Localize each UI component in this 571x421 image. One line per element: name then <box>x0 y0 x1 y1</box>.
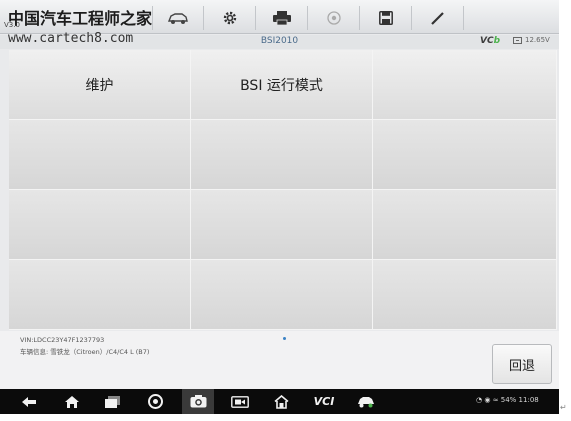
car-icon <box>167 13 188 24</box>
grid-cell-empty <box>9 190 191 260</box>
grid-cell-empty <box>9 260 191 330</box>
car-button[interactable] <box>152 6 204 30</box>
grid-cell-bsi-operating-mode[interactable]: BSI 运行模式 <box>191 50 373 120</box>
vehicle-info-panel: VIN:LDCC23Y47F1237793 车辆信息: 雪铁龙（Citroen）… <box>0 331 559 389</box>
home-app-button[interactable] <box>272 393 290 410</box>
camera-icon <box>190 395 206 408</box>
help-button[interactable] <box>308 6 360 30</box>
recent-apps-button[interactable] <box>104 393 122 410</box>
return-mark: ↵ <box>560 403 567 412</box>
grid-cell-maintenance[interactable]: 维护 <box>9 50 191 120</box>
grid-cell-empty <box>191 190 373 260</box>
grid-cell-empty <box>191 120 373 190</box>
function-grid: 维护 BSI 运行模式 <box>9 50 557 330</box>
vehicle-button[interactable] <box>356 393 376 410</box>
video-button[interactable] <box>230 393 250 410</box>
video-icon <box>231 395 249 408</box>
wifi-icon: ◔ ◉ ≈ <box>476 396 501 404</box>
vci-indicator: VCb <box>480 36 500 46</box>
grid-cell-empty <box>373 50 557 120</box>
grid-cell-empty <box>373 260 557 330</box>
vin-text: VIN:LDCC23Y47F1237793 <box>20 336 105 344</box>
gear-icon <box>223 11 236 25</box>
house-icon <box>273 394 289 409</box>
save-icon <box>378 11 393 25</box>
print-button[interactable] <box>256 6 308 30</box>
grid-cell-empty <box>191 260 373 330</box>
screen: V3.0 BSI2010 VCb 12.65V 维护 BSI 运行模式 VIN:… <box>0 0 559 414</box>
battery-voltage: 12.65V <box>525 36 550 44</box>
battery-icon <box>513 36 522 44</box>
settings-button[interactable] <box>204 6 256 30</box>
vci-nav-label: VCI <box>313 395 335 408</box>
printer-icon <box>272 11 291 25</box>
back-button[interactable]: 回退 <box>492 344 552 384</box>
chrome-icon <box>147 394 163 409</box>
browser-button[interactable] <box>146 393 164 410</box>
help-icon <box>326 11 341 25</box>
watermark-url: www.cartech8.com <box>8 31 134 46</box>
vci-label: VC <box>480 36 494 46</box>
edit-button[interactable] <box>412 6 464 30</box>
battery-indicator: 12.65V <box>513 36 550 44</box>
grid-cell-empty <box>9 120 191 190</box>
car-nav-icon <box>358 396 374 407</box>
system-nav-bar: VCI ◔ ◉ ≈ 54% 11:08 <box>0 389 559 414</box>
recent-apps-icon <box>105 395 120 408</box>
back-nav-button[interactable] <box>20 393 38 410</box>
back-arrow-icon <box>22 396 36 407</box>
home-icon <box>65 395 79 408</box>
watermark-text: 中国汽车工程师之家 <box>8 9 153 28</box>
page-indicator <box>283 337 286 340</box>
screenshot-button[interactable] <box>182 389 214 414</box>
pen-icon <box>430 12 444 25</box>
grid-cell-empty <box>373 120 557 190</box>
grid-cell-empty <box>373 190 557 260</box>
save-button[interactable] <box>360 6 412 30</box>
vehicle-info-text: 车辆信息: 雪铁龙（Citroen）/C4/C4 L (B7) <box>20 348 150 356</box>
status-text: 54% 11:08 <box>500 396 539 404</box>
home-nav-button[interactable] <box>63 393 81 410</box>
vci-accent: b <box>493 36 501 46</box>
vci-button[interactable]: VCI <box>312 393 336 410</box>
status-tray: ◔ ◉ ≈ 54% 11:08 <box>476 396 539 404</box>
